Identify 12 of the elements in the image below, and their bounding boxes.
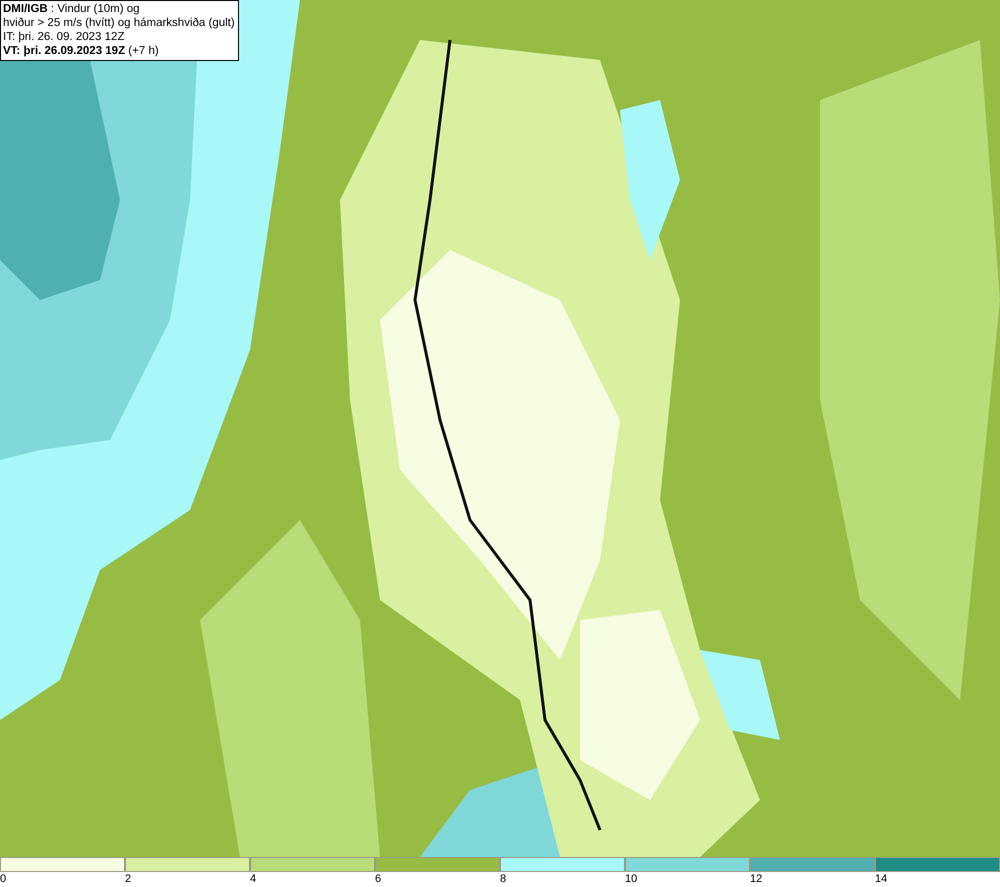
caption-line: IT: þri. 26. 09. 2023 12Z xyxy=(3,30,126,44)
legend-label: 4 xyxy=(250,872,256,886)
legend-label: 12 xyxy=(750,872,762,886)
legend-label: 8 xyxy=(500,872,506,886)
legend-label: 0 xyxy=(0,872,6,886)
caption-line: hviður > 25 m/s (hvítt) og hámarkshviða (gult) xyxy=(3,16,235,30)
legend-label: 14 xyxy=(875,872,888,886)
legend-label: 2 xyxy=(125,872,132,886)
caption-line: VT: þri. 26.09.2023 19Z (+7 h) xyxy=(3,44,160,58)
legend-label: 6 xyxy=(375,872,382,886)
map-title: DMI/IGB : Vindur (10m) og xyxy=(3,2,141,16)
legend-label: 10 xyxy=(625,872,638,886)
